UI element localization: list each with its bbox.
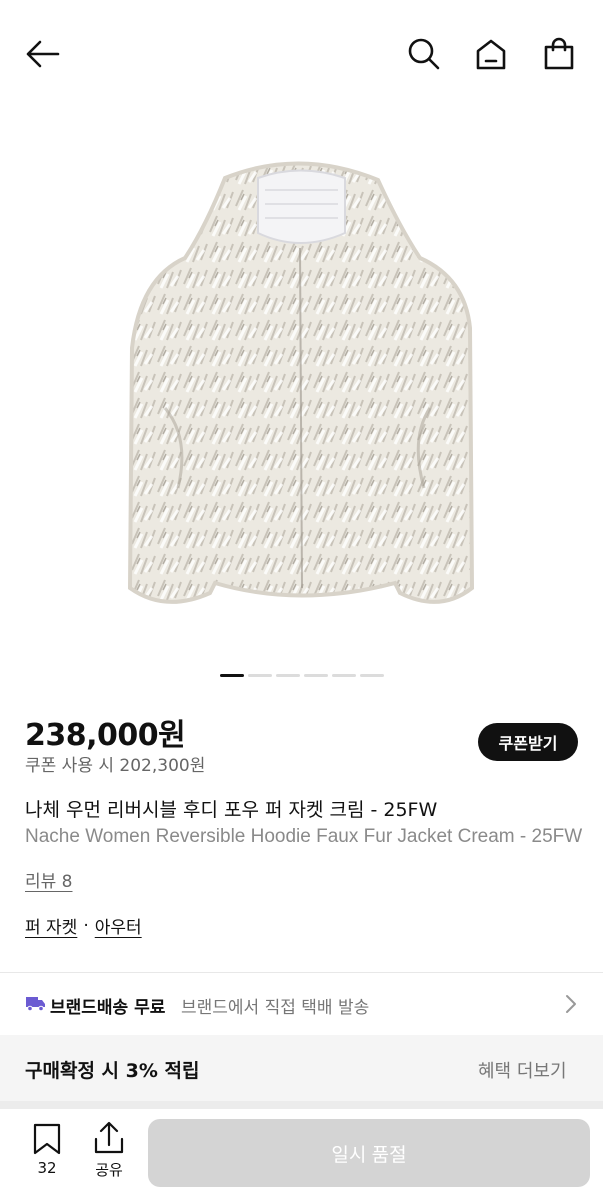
- shopping-bag-icon: [544, 37, 574, 70]
- shipping-info-row[interactable]: 브랜드배송 무료 브랜드에서 직접 택배 발송: [0, 973, 603, 1035]
- pagination-dot[interactable]: [360, 674, 384, 677]
- product-title-english: Nache Women Reversible Hoodie Faux Fur J…: [25, 826, 583, 847]
- coupon-price: 쿠폰 사용 시 202,300원: [25, 756, 206, 776]
- benefit-more-link[interactable]: 혜택 더보기: [478, 1057, 567, 1083]
- truck-icon: [26, 997, 45, 1011]
- shipping-label: 브랜드배송 무료: [50, 998, 166, 1018]
- fur-jacket-image: [127, 161, 475, 604]
- review-link[interactable]: 리뷰 8: [25, 867, 73, 892]
- share-button[interactable]: 공유: [90, 1121, 128, 1179]
- home-button[interactable]: [473, 36, 509, 72]
- sold-out-button[interactable]: 일시 품절: [148, 1119, 590, 1187]
- section-gap: [0, 1101, 603, 1109]
- bookmark-count: 32: [37, 1159, 57, 1177]
- pagination-dot[interactable]: [304, 674, 328, 677]
- product-title-korean: 나체 우먼 리버시블 후디 포우 퍼 자켓 크림 - 25FW: [25, 799, 438, 821]
- top-navigation-bar: [0, 0, 603, 108]
- product-price: 238,000원: [25, 718, 186, 753]
- benefit-row[interactable]: 구매확정 시 3% 적립 혜택 더보기: [0, 1035, 603, 1101]
- category-link-outer[interactable]: 아우터: [95, 913, 142, 938]
- category-link-fur-jacket[interactable]: 퍼 자켓: [25, 913, 77, 938]
- pagination-dot[interactable]: [332, 674, 356, 677]
- pagination-dot[interactable]: [220, 674, 244, 677]
- pagination-dot[interactable]: [248, 674, 272, 677]
- get-coupon-button[interactable]: 쿠폰받기: [478, 723, 578, 761]
- back-button[interactable]: [24, 36, 60, 72]
- bottom-action-bar: 32 공유 일시 품절: [0, 1109, 603, 1200]
- share-icon: [94, 1121, 124, 1154]
- product-image[interactable]: [0, 108, 603, 663]
- chevron-right-icon: [566, 995, 576, 1013]
- category-breadcrumb: 퍼 자켓 · 아우터: [25, 913, 142, 939]
- cart-button[interactable]: [541, 36, 577, 72]
- arrow-left-icon: [26, 40, 60, 68]
- bookmark-button[interactable]: 32: [30, 1123, 64, 1179]
- image-pagination: [220, 674, 384, 677]
- share-label: 공유: [95, 1161, 123, 1179]
- search-icon: [408, 38, 440, 70]
- pagination-dot[interactable]: [276, 674, 300, 677]
- bookmark-icon: [33, 1123, 61, 1155]
- search-button[interactable]: [406, 36, 442, 72]
- category-separator: ·: [83, 915, 89, 936]
- home-icon: [476, 39, 506, 70]
- shipping-description: 브랜드에서 직접 택배 발송: [181, 998, 370, 1018]
- benefit-label: 구매확정 시 3% 적립: [25, 1060, 200, 1082]
